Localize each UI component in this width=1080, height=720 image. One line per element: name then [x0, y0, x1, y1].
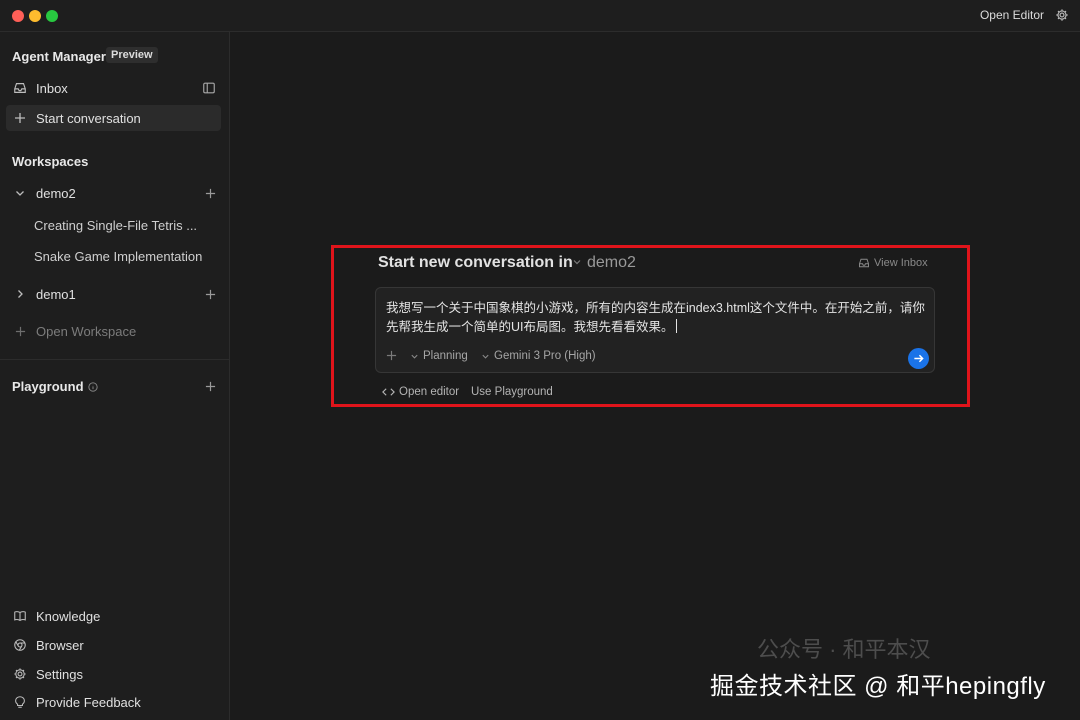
inbox-icon [858, 257, 870, 269]
sidebar-item-browser[interactable]: Browser [6, 632, 221, 658]
sidebar-item-label: Inbox [36, 80, 68, 96]
sidebar-item-inbox[interactable]: Inbox [6, 75, 221, 101]
add-conversation-demo2-icon[interactable] [203, 186, 217, 200]
gear-icon [12, 666, 28, 682]
chevron-down-icon [12, 185, 28, 201]
view-inbox-label: View Inbox [874, 257, 928, 269]
close-window-button[interactable] [12, 10, 24, 22]
workspace-name: demo1 [36, 286, 76, 302]
sidebar-item-label: Open Workspace [36, 323, 137, 339]
watermark: 掘金技术社区 @ 和平hepingfly [710, 673, 1046, 700]
playground-heading[interactable]: Playground [12, 379, 98, 394]
inbox-icon [12, 80, 28, 96]
lightbulb-icon [12, 694, 28, 710]
chevron-down-icon [481, 352, 490, 361]
open-editor-button[interactable]: Open Editor [980, 8, 1044, 22]
start-conversation-button[interactable]: Start conversation [6, 105, 221, 131]
plus-icon [12, 110, 28, 126]
prompt-value: 我想写一个关于中国象棋的小游戏，所有的内容生成在index3.html这个文件中… [386, 301, 925, 334]
sidebar: Agent Manager Preview Inbox Start conver… [0, 32, 230, 720]
new-conversation-title: Start new conversation in [378, 254, 573, 271]
mode-selector[interactable]: Planning [410, 350, 468, 362]
conversation-item[interactable]: Snake Game Implementation [34, 249, 204, 264]
chevron-down-icon[interactable] [572, 257, 582, 267]
arrow-right-icon [913, 353, 924, 364]
text-caret [675, 319, 677, 333]
sidebar-divider [0, 359, 229, 360]
open-workspace-button[interactable]: Open Workspace [6, 318, 221, 344]
workspace-demo1[interactable]: demo1 [6, 281, 221, 307]
plus-icon [12, 323, 28, 339]
sidebar-item-label: Browser [36, 637, 84, 653]
send-button[interactable] [908, 348, 929, 369]
use-playground-link[interactable]: Use Playground [471, 386, 553, 398]
sidebar-item-knowledge[interactable]: Knowledge [6, 603, 221, 629]
workspaces-heading: Workspaces [12, 154, 89, 169]
chevron-down-icon [410, 352, 419, 361]
watermark-faint: 公众号 · 和平本汉 [757, 637, 931, 662]
sidebar-item-label: Knowledge [36, 608, 101, 624]
add-conversation-demo1-icon[interactable] [203, 287, 217, 301]
mode-label: Planning [423, 350, 468, 362]
add-attachment-icon[interactable] [386, 350, 397, 361]
open-editor-label: Open editor [399, 386, 460, 398]
model-label: Gemini 3 Pro (High) [494, 350, 596, 362]
sidebar-item-label: Start conversation [36, 110, 141, 126]
playground-label: Playground [12, 379, 84, 394]
sidebar-item-label: Settings [36, 666, 83, 682]
workspace-demo2[interactable]: demo2 [6, 180, 221, 206]
toggle-sidebar-icon[interactable] [202, 81, 216, 95]
workspace-name: demo2 [36, 185, 76, 201]
title-bar: Open Editor [0, 0, 1080, 32]
sidebar-item-feedback[interactable]: Provide Feedback [6, 689, 221, 715]
preview-badge: Preview [106, 47, 158, 63]
minimize-window-button[interactable] [29, 10, 41, 22]
conversation-item[interactable]: Creating Single-File Tetris ... [34, 218, 204, 233]
workspace-selector[interactable]: demo2 [587, 254, 636, 272]
open-editor-link[interactable]: Open editor [382, 386, 459, 398]
chrome-icon [12, 637, 28, 653]
book-icon [12, 608, 28, 624]
model-selector[interactable]: Gemini 3 Pro (High) [481, 350, 596, 362]
zoom-window-button[interactable] [46, 10, 58, 22]
sidebar-item-label: Provide Feedback [36, 694, 141, 710]
view-inbox-link[interactable]: View Inbox [858, 257, 928, 269]
code-icon [382, 387, 395, 397]
gear-icon[interactable] [1055, 8, 1069, 22]
chevron-right-icon [12, 286, 28, 302]
info-icon [87, 381, 98, 392]
sidebar-title: Agent Manager [12, 49, 106, 64]
sidebar-item-settings[interactable]: Settings [6, 661, 221, 687]
add-playground-icon[interactable] [203, 379, 217, 393]
prompt-text[interactable]: 我想写一个关于中国象棋的小游戏，所有的内容生成在index3.html这个文件中… [386, 299, 926, 337]
